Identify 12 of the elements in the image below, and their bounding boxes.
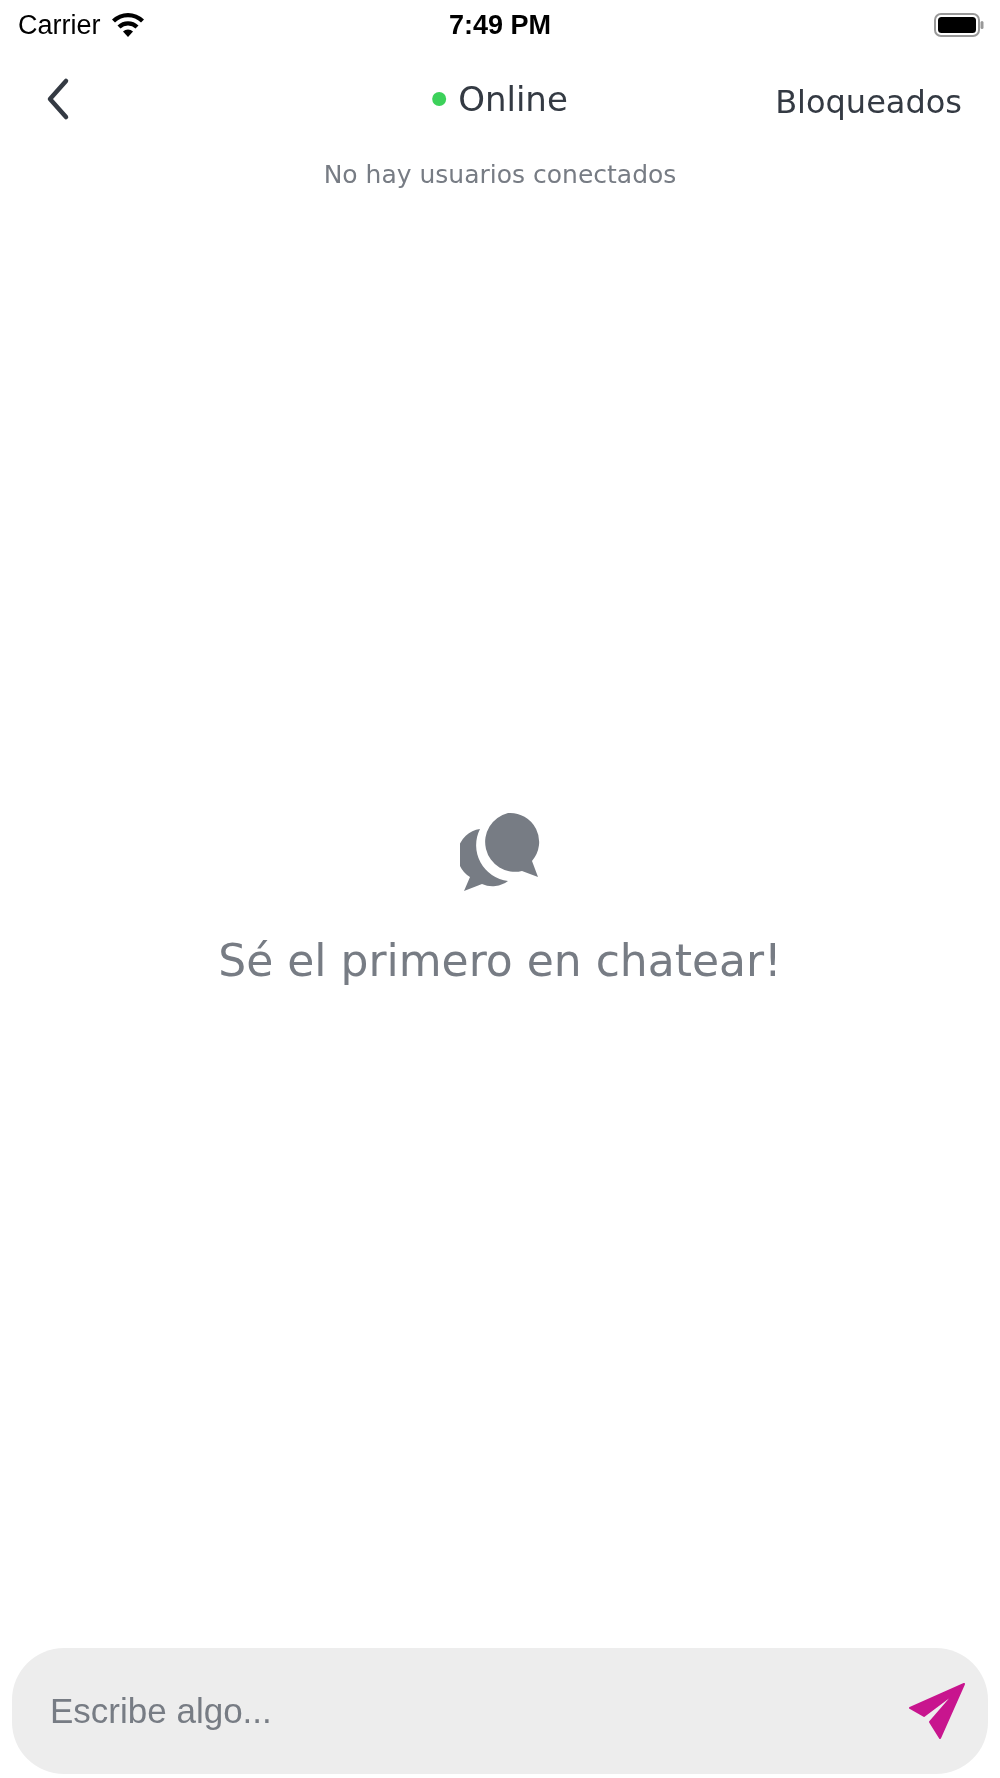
send-button[interactable] — [908, 1682, 966, 1740]
blocked-button[interactable]: Bloqueados — [775, 83, 962, 121]
screen-title: Online — [458, 79, 568, 119]
wifi-icon — [110, 13, 145, 37]
empty-state-message: Sé el primero en chatear! — [218, 935, 782, 986]
carrier-label: Carrier — [18, 9, 101, 41]
chat-bubbles-icon — [460, 811, 540, 891]
battery-icon — [934, 13, 984, 37]
subtitle: No hay usuarios conectados — [322, 160, 678, 189]
clock-time: 7:49 PM — [449, 9, 551, 41]
message-composer[interactable]: Escribe algo... — [12, 1648, 988, 1774]
message-field[interactable]: Escribe algo... — [50, 1691, 908, 1731]
